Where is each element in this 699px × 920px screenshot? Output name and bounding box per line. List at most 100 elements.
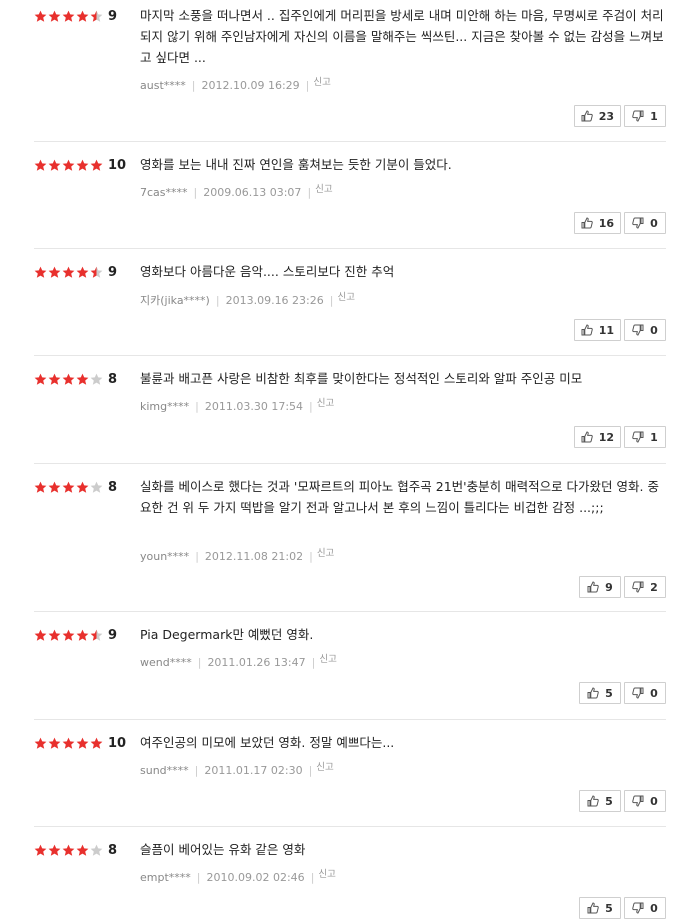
rating: 9 xyxy=(34,627,118,643)
star-icon xyxy=(34,373,47,386)
star-icon xyxy=(76,373,89,386)
vote-buttons: 16 0 xyxy=(573,212,666,234)
like-button[interactable]: 16 xyxy=(573,212,621,234)
star-icon xyxy=(34,10,47,23)
star-icon xyxy=(76,844,89,857)
rating-score: 10 xyxy=(108,157,127,173)
rating-score: 9 xyxy=(108,8,118,24)
dislike-button[interactable]: 0 xyxy=(624,212,666,234)
review-date: 2012.11.08 21:02 xyxy=(204,550,304,563)
star-rating xyxy=(34,10,104,23)
dislike-count: 0 xyxy=(650,216,658,230)
report-link[interactable]: 신고 xyxy=(319,654,336,665)
review-item: 10 영화를 보는 내내 진짜 연인을 훔쳐보는 듯한 기분이 들었다. 7ca… xyxy=(34,142,666,249)
like-button[interactable]: 5 xyxy=(579,682,621,704)
username[interactable]: aust**** xyxy=(140,79,186,92)
dislike-button[interactable]: 1 xyxy=(624,426,666,448)
star-icon xyxy=(76,737,89,750)
like-button[interactable]: 12 xyxy=(573,426,621,448)
review-text: 영화를 보는 내내 진짜 연인을 훔쳐보는 듯한 기분이 들었다. xyxy=(140,157,452,172)
star-icon xyxy=(34,844,47,857)
review-meta: 지카(jika****) | 2013.09.16 23:26 | 신고 xyxy=(140,292,355,308)
dislike-button[interactable]: 0 xyxy=(624,319,666,341)
star-icon xyxy=(34,481,47,494)
like-button[interactable]: 5 xyxy=(579,790,621,812)
rating: 9 xyxy=(34,8,118,24)
star-icon xyxy=(62,266,75,279)
rating: 8 xyxy=(34,843,117,858)
review-text: Pia Degermark만 예뻤던 영화. xyxy=(140,627,314,642)
star-rating xyxy=(34,844,104,857)
star-icon xyxy=(90,10,103,23)
dislike-count: 0 xyxy=(650,323,658,337)
thumbs-up-icon xyxy=(587,581,599,593)
star-icon xyxy=(34,266,47,279)
dislike-button[interactable]: 0 xyxy=(624,897,666,919)
dislike-button[interactable]: 0 xyxy=(624,790,666,812)
review-meta: kimg**** | 2011.03.30 17:54 | 신고 xyxy=(140,398,334,413)
star-icon xyxy=(76,10,89,23)
username[interactable]: sund**** xyxy=(140,764,189,777)
review-item: 9 Pia Degermark만 예뻤던 영화. wend**** | 2011.0… xyxy=(34,612,666,720)
star-rating xyxy=(34,159,104,172)
divider: | xyxy=(191,79,196,92)
like-button[interactable]: 23 xyxy=(573,105,621,127)
report-link[interactable]: 신고 xyxy=(313,77,330,88)
review-date: 2011.01.26 13:47 xyxy=(207,656,306,669)
divider: | xyxy=(196,871,201,884)
divider: | xyxy=(305,79,310,92)
like-count: 5 xyxy=(605,794,613,808)
review-item: 8 슬픔이 베어있는 유화 같은 영화 empt**** | 2010.09.02 … xyxy=(34,827,666,920)
star-icon xyxy=(76,481,89,494)
username[interactable]: 지카(jika****) xyxy=(140,294,210,307)
review-item: 9 영화보다 아름다운 음악.... 스토리보다 진한 추억 지카(jika**… xyxy=(34,249,666,356)
rating: 10 xyxy=(34,735,127,751)
report-link[interactable]: 신고 xyxy=(317,398,334,409)
thumbs-down-icon xyxy=(632,795,644,807)
star-icon xyxy=(48,159,61,172)
dislike-button[interactable]: 1 xyxy=(624,105,666,127)
like-button[interactable]: 11 xyxy=(573,319,621,341)
username[interactable]: youn**** xyxy=(140,550,189,563)
report-link[interactable]: 신고 xyxy=(317,548,334,559)
review-meta: sund**** | 2011.01.17 02:30 | 신고 xyxy=(140,762,334,777)
thumbs-down-icon xyxy=(632,217,644,229)
review-text: 영화보다 아름다운 음악.... 스토리보다 진한 추억 xyxy=(140,264,395,279)
review-date: 2009.06.13 03:07 xyxy=(203,186,302,199)
divider: | xyxy=(310,871,315,884)
rating: 8 xyxy=(34,479,118,495)
star-icon xyxy=(62,629,75,642)
review-item: 9 마지막 소풍을 떠나면서 .. 집주인에게 머리핀을 방세로 내며 미안해 … xyxy=(34,0,666,142)
dislike-button[interactable]: 0 xyxy=(624,682,666,704)
vote-buttons: 11 0 xyxy=(573,319,666,341)
like-count: 23 xyxy=(598,109,614,123)
review-text: 실화를 베이스로 했다는 것과 '모짜르트의 피아노 협주곡 21번'충분히 매… xyxy=(140,479,659,515)
review-date: 2012.10.09 16:29 xyxy=(201,79,300,92)
dislike-button[interactable]: 2 xyxy=(624,576,666,598)
username[interactable]: empt**** xyxy=(140,871,191,884)
review-meta: aust**** | 2012.10.09 16:29 | 신고 xyxy=(140,77,331,92)
rating-score: 10 xyxy=(108,735,127,751)
report-link[interactable]: 신고 xyxy=(315,184,332,195)
report-link[interactable]: 신고 xyxy=(318,869,335,880)
username[interactable]: kimg**** xyxy=(140,400,189,413)
rating-score: 9 xyxy=(108,264,118,280)
rating-score: 8 xyxy=(108,371,118,387)
vote-buttons: 5 0 xyxy=(579,682,666,704)
rating-score: 8 xyxy=(108,479,118,495)
vote-buttons: 5 0 xyxy=(579,790,666,812)
vote-buttons: 23 1 xyxy=(573,105,666,127)
star-icon xyxy=(62,10,75,23)
divider: | xyxy=(195,400,199,413)
rating: 9 xyxy=(34,264,118,280)
report-link[interactable]: 신고 xyxy=(316,762,333,773)
review-text: 마지막 소풍을 떠나면서 .. 집주인에게 머리핀을 방세로 내며 미안해 하는… xyxy=(140,8,664,65)
report-link[interactable]: 신고 xyxy=(337,292,354,303)
like-button[interactable]: 5 xyxy=(579,897,621,919)
rating-score: 9 xyxy=(108,627,118,643)
star-icon xyxy=(62,481,75,494)
like-button[interactable]: 9 xyxy=(579,576,621,598)
username[interactable]: wend**** xyxy=(140,656,192,669)
star-icon xyxy=(76,266,89,279)
username[interactable]: 7cas**** xyxy=(140,186,188,199)
